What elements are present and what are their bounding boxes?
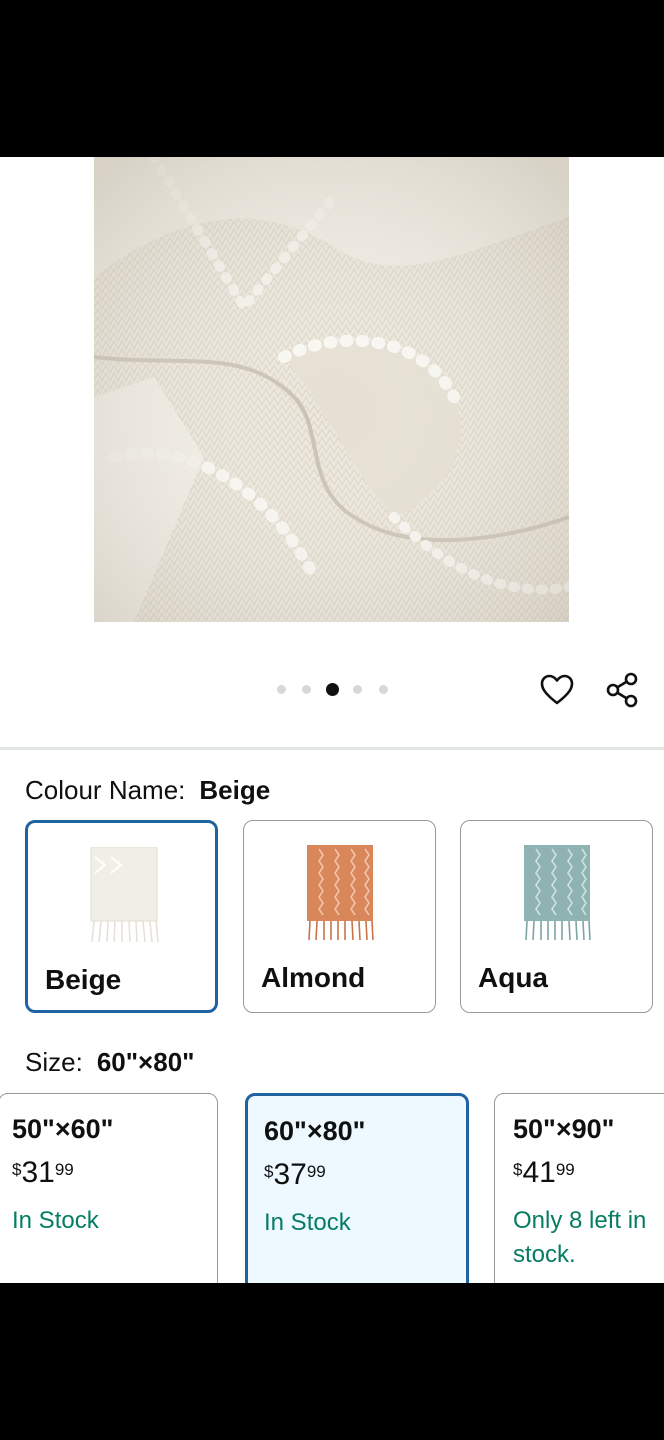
colour-label: Colour Name: [25,775,186,805]
colour-name-row: Colour Name: Beige [25,775,270,806]
price-currency: $ [264,1162,274,1181]
price-currency: $ [513,1160,523,1179]
status-bar-area [0,0,664,157]
size-option-50x90[interactable]: 50"×90" $4199 Only 8 left in stock. [494,1093,664,1283]
size-row: Size: 60"×80" [25,1047,195,1078]
carousel-dot-active[interactable] [326,683,339,696]
size-option-price: $4199 [513,1156,575,1190]
colour-option-almond[interactable]: Almond [243,820,436,1013]
price-cents: 99 [555,1160,575,1179]
stock-status: Only 8 left in stock. [513,1207,647,1268]
colour-option-label: Beige [45,964,122,995]
navigation-bar-area [0,1283,664,1440]
price-whole: 41 [522,1156,556,1189]
wishlist-button[interactable] [537,670,577,710]
product-detail-screen: Colour Name: Beige Beige Almond Aqua Siz… [0,157,664,1283]
carousel-dot[interactable] [277,685,286,694]
share-button[interactable] [602,670,642,710]
colour-option-label: Almond [261,962,366,993]
size-option-50x60[interactable]: 50"×60" $3199 In Stock [0,1093,218,1283]
colour-option-aqua[interactable]: Aqua [460,820,653,1013]
aqua-blanket-thumbnail [524,845,591,941]
price-whole: 37 [273,1158,307,1191]
price-cents: 99 [306,1162,326,1181]
colour-option-beige[interactable]: Beige [25,820,218,1013]
size-option-price: $3199 [12,1156,74,1190]
almond-blanket-thumbnail [307,845,374,941]
stock-status: In Stock [12,1207,99,1234]
carousel-dot[interactable] [302,685,311,694]
heart-outline-icon [540,674,574,705]
section-divider [0,747,664,750]
size-option-price: $3799 [264,1158,326,1192]
stock-status: In Stock [264,1209,351,1236]
size-option-label: 50"×60" [12,1114,114,1144]
blanket-photo [94,157,569,622]
price-cents: 99 [54,1160,74,1179]
carousel-dot[interactable] [379,685,388,694]
beige-blanket-thumbnail [90,847,159,943]
size-label: Size: [25,1047,83,1077]
size-option-60x80[interactable]: 60"×80" $3799 In Stock [245,1093,469,1283]
size-option-label: 60"×80" [264,1116,366,1146]
size-option-label: 50"×90" [513,1114,615,1144]
carousel-dot[interactable] [353,685,362,694]
share-icon [606,672,638,708]
colour-selected-value: Beige [199,775,271,805]
colour-option-label: Aqua [478,962,548,993]
product-image[interactable] [94,157,569,622]
price-whole: 31 [21,1156,55,1189]
size-selected-value: 60"×80" [96,1047,195,1077]
price-currency: $ [12,1160,22,1179]
